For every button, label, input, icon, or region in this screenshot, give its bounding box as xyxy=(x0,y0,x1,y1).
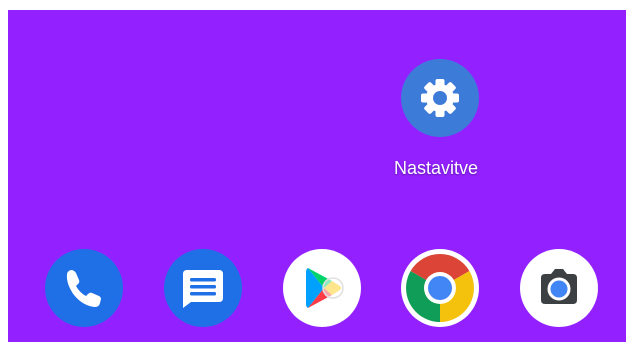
chrome-icon xyxy=(401,249,479,327)
play-store-app[interactable] xyxy=(282,248,362,328)
chrome-app[interactable] xyxy=(400,248,480,328)
camera-app[interactable] xyxy=(519,248,599,328)
play-store-icon xyxy=(283,249,361,327)
camera-icon xyxy=(520,249,598,327)
settings-app[interactable] xyxy=(400,58,480,138)
messages-app[interactable] xyxy=(163,248,243,328)
settings-app-label[interactable]: Nastavitve xyxy=(394,158,478,179)
home-screen: Nastavitve xyxy=(8,10,626,342)
message-icon xyxy=(164,249,242,327)
phone-app[interactable] xyxy=(44,248,124,328)
phone-icon xyxy=(45,249,123,327)
gear-icon xyxy=(401,59,479,137)
